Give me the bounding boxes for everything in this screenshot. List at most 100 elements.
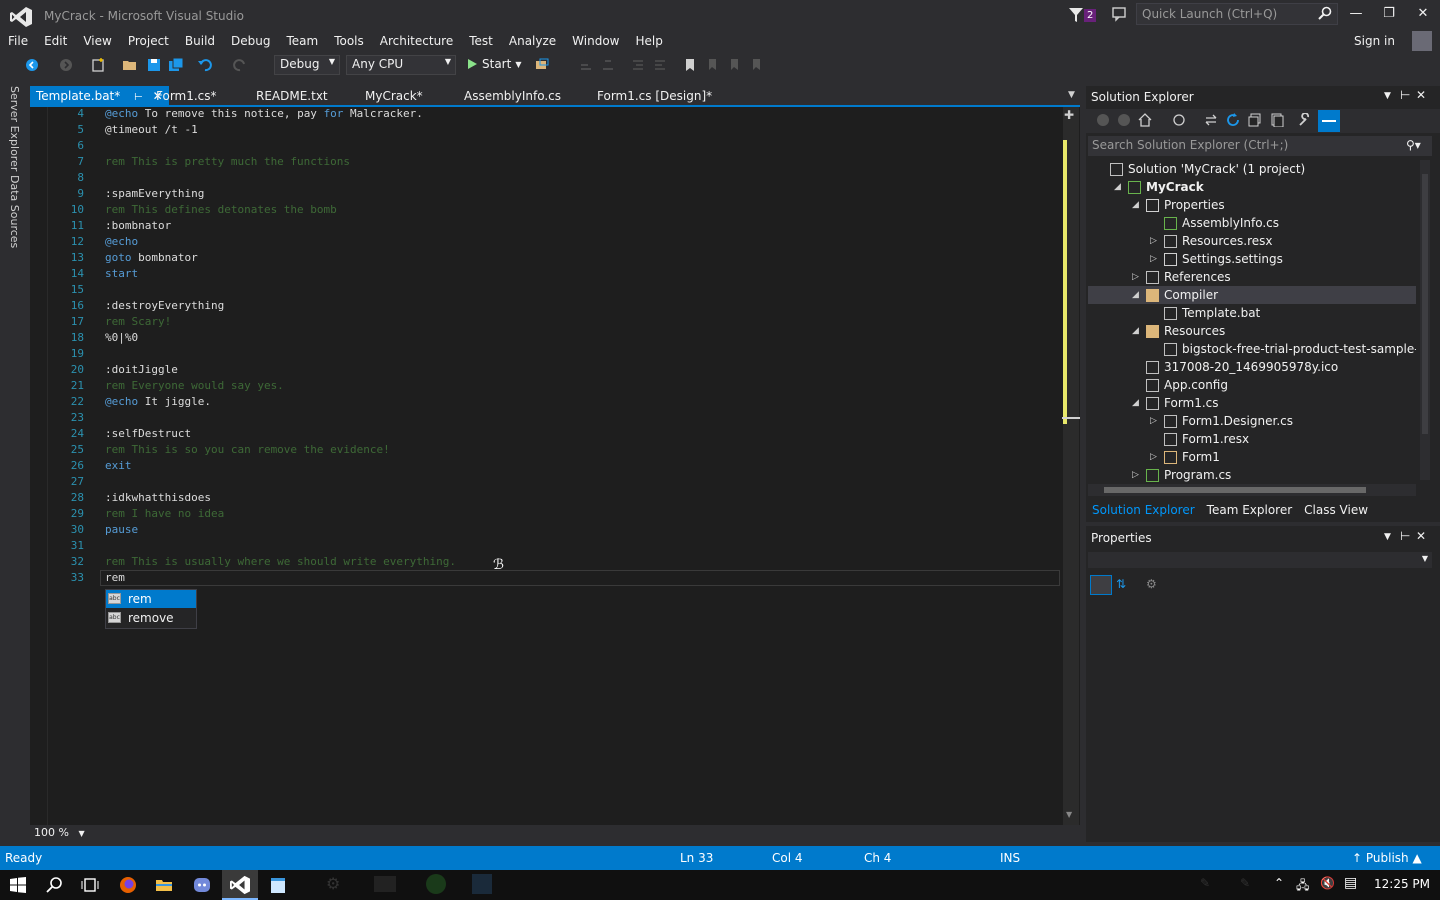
scroll-thumb-marker[interactable]: [1062, 417, 1080, 419]
outdent-icon[interactable]: [630, 57, 646, 73]
code-line[interactable]: 8: [56, 170, 456, 186]
tray-app-icon-2[interactable]: ✎: [1240, 876, 1250, 890]
tree-item[interactable]: ◢ Properties: [1088, 196, 1416, 214]
code-line[interactable]: 24:selfDestruct: [56, 426, 456, 442]
solution-explorer-search[interactable]: Search Solution Explorer (Ctrl+;): [1088, 136, 1432, 156]
code-line[interactable]: 16:destroyEverything: [56, 298, 456, 314]
minimize-button[interactable]: —: [1345, 6, 1367, 24]
code-line[interactable]: 23: [56, 410, 456, 426]
tree-item[interactable]: ◢ Form1.cs: [1088, 394, 1416, 412]
collapse-arrow-icon[interactable]: ◢: [1132, 322, 1139, 340]
clear-bookmarks-icon[interactable]: [748, 57, 764, 73]
se-forward-icon[interactable]: [1117, 113, 1131, 127]
publish-button[interactable]: ↑ Publish ▲: [1352, 851, 1422, 865]
sign-in-link[interactable]: Sign in: [1354, 34, 1395, 48]
show-hidden-icons[interactable]: ⌃: [1274, 876, 1284, 890]
tree-item[interactable]: App.config: [1088, 376, 1416, 394]
menu-test[interactable]: Test: [461, 32, 501, 52]
code-line[interactable]: 17 rem Scary!: [56, 314, 456, 330]
account-icon[interactable]: [1412, 31, 1432, 51]
code-line[interactable]: 18 %0|%0: [56, 330, 456, 346]
tree-item[interactable]: ▷ Form1.Designer.cs: [1088, 412, 1416, 430]
code-line[interactable]: 25 rem This is so you can remove the evid…: [56, 442, 456, 458]
redo-icon[interactable]: [232, 57, 248, 73]
code-line[interactable]: 26 exit: [56, 458, 456, 474]
indent-icon[interactable]: [652, 57, 668, 73]
code-line[interactable]: 11:bombnator: [56, 218, 456, 234]
expand-arrow-icon[interactable]: ▷: [1150, 232, 1157, 250]
discord-icon[interactable]: [192, 875, 212, 895]
pin-icon[interactable]: ⊢: [134, 92, 143, 103]
tree-item[interactable]: ▷ Form1: [1088, 448, 1416, 466]
tree-item[interactable]: bigstock-free-trial-product-test-sample-…: [1088, 340, 1416, 358]
step-over-icon[interactable]: [600, 57, 616, 73]
quick-launch-input[interactable]: Quick Launch (Ctrl+Q): [1136, 3, 1338, 25]
property-pages-icon[interactable]: ⚙: [1146, 577, 1157, 591]
refresh-icon[interactable]: [1226, 113, 1240, 127]
collapse-arrow-icon[interactable]: ◢: [1132, 196, 1139, 214]
code-line[interactable]: 27: [56, 474, 456, 490]
save-all-icon[interactable]: [168, 57, 184, 73]
code-line[interactable]: 6: [56, 138, 456, 154]
menu-file[interactable]: File: [0, 32, 36, 52]
tree-item[interactable]: ▷ Program.cs: [1088, 466, 1416, 484]
expand-arrow-icon[interactable]: ▷: [1150, 412, 1157, 430]
pin-panel-icon[interactable]: ⊢: [1400, 88, 1410, 102]
home-icon[interactable]: [1138, 113, 1152, 127]
bookmark-icon[interactable]: [682, 57, 698, 73]
code-line[interactable]: 15: [56, 282, 456, 298]
tab-class-view[interactable]: Class View: [1298, 500, 1374, 520]
search-icon[interactable]: [44, 875, 64, 895]
code-line[interactable]: 33 rem: [56, 570, 456, 586]
attach-process-icon[interactable]: [534, 57, 550, 73]
code-line[interactable]: 20:doitJiggle: [56, 362, 456, 378]
open-file-icon[interactable]: [122, 57, 138, 73]
code-line[interactable]: 32 rem This is usually where we should wr…: [56, 554, 456, 570]
tree-vertical-scrollbar[interactable]: [1420, 160, 1430, 480]
firefox-icon[interactable]: [118, 875, 138, 895]
network-icon[interactable]: 🖧: [1296, 876, 1309, 897]
tree-item[interactable]: ◢ Resources: [1088, 322, 1416, 340]
menu-debug[interactable]: Debug: [223, 32, 278, 52]
tray-app-icon[interactable]: ✎: [1200, 876, 1210, 890]
solution-configuration-select[interactable]: Debug ▼: [274, 55, 340, 75]
code-line[interactable]: 19: [56, 346, 456, 362]
collapse-arrow-icon[interactable]: ◢: [1132, 286, 1139, 304]
notification-count-badge[interactable]: 2: [1084, 9, 1097, 22]
code-line[interactable]: 7 rem This is pretty much the functions: [56, 154, 456, 170]
alphabetical-icon[interactable]: ⇅: [1116, 577, 1126, 591]
scroll-down-arrow[interactable]: ▼: [1066, 810, 1072, 819]
code-line[interactable]: 30 pause: [56, 522, 456, 538]
properties-object-select[interactable]: ▼: [1088, 552, 1432, 568]
tree-item[interactable]: 317008-20_1469905978y.ico: [1088, 358, 1416, 376]
menu-architecture[interactable]: Architecture: [372, 32, 461, 52]
sync-icon[interactable]: [1204, 113, 1218, 127]
navigate-back-icon[interactable]: [24, 57, 40, 73]
code-line[interactable]: 22 @echo It jiggle.: [56, 394, 456, 410]
code-line[interactable]: 10 rem This defines detonates the bomb: [56, 202, 456, 218]
menu-project[interactable]: Project: [120, 32, 177, 52]
tab-form1-cs[interactable]: Form1.cs*: [150, 86, 223, 106]
tab-form1-design[interactable]: Form1.cs [Design]*: [591, 86, 718, 106]
menu-tools[interactable]: Tools: [326, 32, 372, 52]
code-line[interactable]: 31: [56, 538, 456, 554]
tree-item[interactable]: Template.bat: [1088, 304, 1416, 322]
tab-solution-explorer[interactable]: Solution Explorer: [1086, 500, 1201, 520]
windows-start-icon[interactable]: [8, 875, 28, 895]
tree-item[interactable]: AssemblyInfo.cs: [1088, 214, 1416, 232]
step-icon[interactable]: [578, 57, 594, 73]
file-explorer-icon[interactable]: [154, 875, 174, 895]
code-line[interactable]: 29 rem I have no idea: [56, 506, 456, 522]
tree-horizontal-scrollbar[interactable]: [1088, 484, 1416, 496]
tree-item[interactable]: ◢ Compiler: [1088, 286, 1416, 304]
menu-edit[interactable]: Edit: [36, 32, 75, 52]
code-line[interactable]: 4 @echo To remove this notice, pay for Ma…: [56, 106, 456, 122]
menu-view[interactable]: View: [75, 32, 119, 52]
expand-arrow-icon[interactable]: ▷: [1150, 448, 1157, 466]
start-debugging-button[interactable]: Start ▼: [466, 57, 521, 71]
tab-overflow-dropdown[interactable]: ▼: [1068, 90, 1075, 100]
python-icon[interactable]: [472, 874, 492, 894]
code-lines[interactable]: 4 @echo To remove this notice, pay for Ma…: [56, 106, 456, 586]
feedback-icon[interactable]: [1111, 6, 1127, 22]
categorized-icon[interactable]: [1090, 575, 1112, 595]
